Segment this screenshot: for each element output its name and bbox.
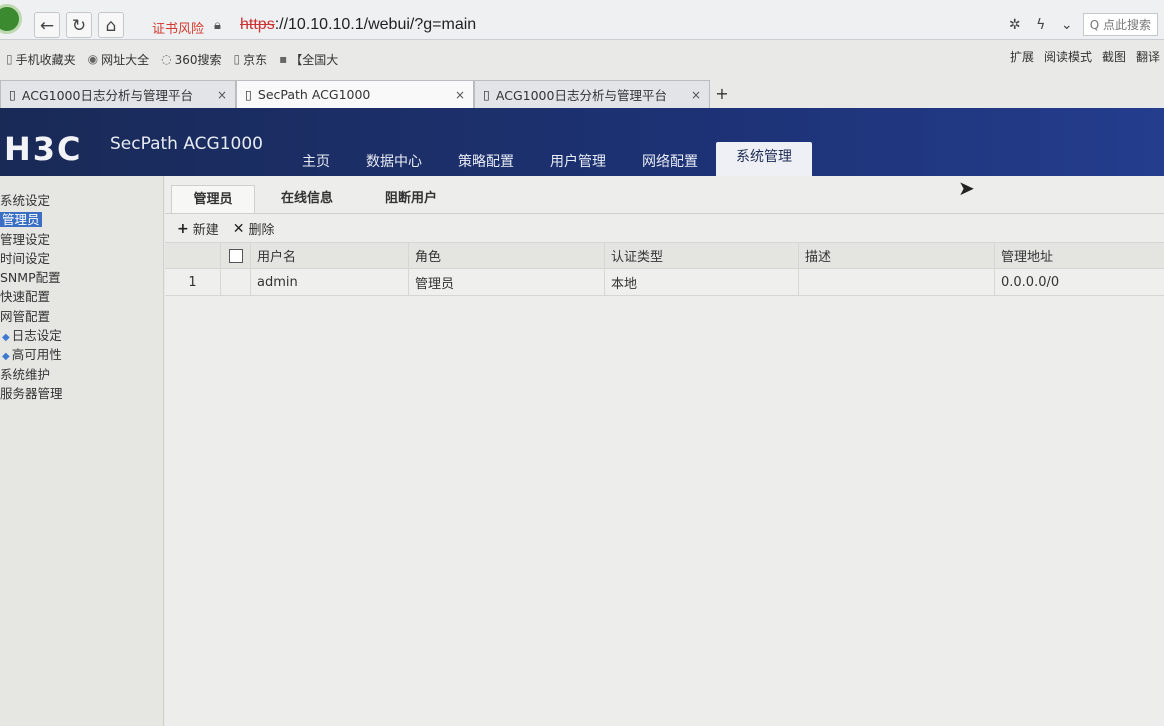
plus-icon: + [177,220,189,237]
header-mgmt-address[interactable]: 管理地址 [995,243,1164,268]
lock-icon: 🔒︎ [214,18,221,33]
new-tab-button[interactable]: + [710,80,734,108]
translate-button[interactable]: 翻译 [1136,48,1160,65]
table-header: 用户名 角色 认证类型 描述 管理地址 [165,242,1164,269]
main-menu: 主页 数据中心 策略配置 用户管理 网络配置 系统管理 [284,138,812,176]
menu-policy[interactable]: 策略配置 [440,142,532,176]
sidebar-item-time-settings[interactable]: 时间设定 [0,249,163,268]
delete-button[interactable]: ✕ 删除 [232,219,275,239]
browser-address-bar: ← ↻ ⌂ 证书风险 🔒︎ https://10.10.10.1/webui/?… [0,0,1164,40]
menu-network[interactable]: 网络配置 [624,142,716,176]
folder-icon: ◆ [2,332,10,344]
sidebar: 系统设定 管理员 管理设定 时间设定 SNMP配置 快速配置 网管配置 ◆ 日志设… [0,176,164,726]
cert-warning[interactable]: 证书风险 [152,18,204,37]
home-icon[interactable]: ⌂ [98,12,124,38]
sidebar-item-system-settings[interactable]: 系统设定 [0,191,163,210]
header-username[interactable]: 用户名 [251,243,409,268]
cell-username: admin [251,269,409,295]
main-content: 管理员 在线信息 阻断用户 + 新建 ✕ 删除 用户名 角色 认证类型 描述 管理地… [165,176,1164,726]
search-placeholder: 点此搜索 [1102,18,1151,32]
close-icon[interactable]: × [691,88,701,102]
browser-tab-secpath[interactable]: ▯ SecPath ACG1000 × [236,80,474,108]
url-rest: ://10.10.10.1/webui/?g=main [274,16,477,33]
sync-icon[interactable]: ✲ [1005,17,1025,33]
sidebar-item-high-availability[interactable]: ◆ 高可用性 [0,345,163,364]
url-scheme: https [240,16,275,33]
menu-home[interactable]: 主页 [284,142,348,176]
row-index: 1 [165,269,221,295]
header-auth-type[interactable]: 认证类型 [605,243,799,268]
sidebar-item-admin[interactable]: 管理员 [0,210,163,229]
lightning-icon[interactable]: ϟ [1031,17,1051,33]
url-field[interactable]: https://10.10.10.1/webui/?g=main [240,16,476,34]
page-icon: ▯ [9,87,16,102]
close-icon[interactable]: × [455,88,465,102]
select-all-checkbox[interactable] [221,243,251,268]
browser-tab-log-platform-2[interactable]: ▯ ACG1000日志分析与管理平台 × [474,80,710,108]
bookmark-360[interactable]: ◌ 360搜索 [161,51,221,68]
tab-admin[interactable]: 管理员 [171,185,255,213]
product-name: SecPath ACG1000 [110,134,263,154]
browser-tab-strip: ▯ ACG1000日志分析与管理平台 × ▯ SecPath ACG1000 ×… [0,80,1164,108]
sidebar-item-server-management[interactable]: 服务器管理 [0,384,163,403]
sidebar-list: 系统设定 管理员 管理设定 时间设定 SNMP配置 快速配置 网管配置 ◆ 日志设… [0,176,163,403]
x-icon: ✕ [232,220,245,237]
search-icon: ◌ [161,52,172,66]
cell-mgmt-address: 0.0.0.0/0 [1001,274,1060,290]
page-icon: ▯ [245,87,252,102]
header-index [165,243,221,268]
phone-icon: ▯ [6,52,13,66]
reading-mode-button[interactable]: 阅读模式 [1044,48,1092,65]
header-description[interactable]: 描述 [799,243,995,268]
bookmark-news[interactable]: ▪ 【全国大 [279,51,338,68]
bookmark-directory[interactable]: ◉ 网址大全 [88,51,150,68]
menu-user-management[interactable]: 用户管理 [532,142,624,176]
table-row[interactable]: 1 admin 管理员 本地 0.0.0.0/0 [165,269,1164,296]
bookmark-jd[interactable]: ▯ 京东 [234,51,268,68]
browser-logo-icon [0,4,22,34]
screenshot-button[interactable]: 截图 [1102,48,1126,65]
sub-tabs: 管理员 在线信息 阻断用户 [171,185,473,213]
reload-icon[interactable]: ↻ [66,12,92,38]
extensions-button[interactable]: 扩展 [1010,48,1034,65]
image-icon: ▪ [279,52,288,66]
cell-description [799,269,995,295]
sidebar-item-management-settings[interactable]: 管理设定 [0,230,163,249]
chevron-down-icon[interactable]: ⌄ [1057,17,1077,33]
bookmark-mobile[interactable]: ▯ 手机收藏夹 [6,51,76,68]
cell-auth-type: 本地 [605,269,799,295]
toolbar: + 新建 ✕ 删除 [165,213,1164,243]
header-role[interactable]: 角色 [409,243,605,268]
tab-blocked-users[interactable]: 阻断用户 [369,185,453,213]
page-icon: ▯ [233,52,241,66]
row-checkbox-cell[interactable] [221,269,251,295]
back-arrow-icon[interactable]: ← [34,12,60,38]
brand-logo: H3C [4,130,83,168]
menu-data-center[interactable]: 数据中心 [348,142,440,176]
menu-system-management[interactable]: 系统管理 [716,142,812,176]
sidebar-item-log-settings[interactable]: ◆ 日志设定 [0,326,163,345]
bookmarks-right-tools: 扩展 阅读模式 截图 翻译 [1010,48,1160,65]
checkbox-icon [228,248,243,263]
browser-tab-log-platform[interactable]: ▯ ACG1000日志分析与管理平台 × [0,80,236,108]
sidebar-item-maintenance[interactable]: 系统维护 [0,365,163,384]
search-input[interactable]: Q 点此搜索 [1082,13,1158,36]
page-icon: ▯ [483,87,490,102]
sidebar-item-quick-config[interactable]: 快速配置 [0,287,163,306]
new-button[interactable]: + 新建 [177,219,219,239]
bookmarks-bar: ▯ 手机收藏夹 ◉ 网址大全 ◌ 360搜索 ▯ 京东 ▪ 【全国大 扩展 阅读模式 截图… [0,45,1164,73]
folder-icon: ◆ [2,351,10,363]
cell-role: 管理员 [409,269,605,295]
sidebar-item-snmp[interactable]: SNMP配置 [0,268,163,287]
address-bar-actions: ✲ ϟ ⌄ Q 点此搜索 [1005,13,1158,36]
admin-table: 用户名 角色 认证类型 描述 管理地址 1 admin 管理员 本地 0.0.0… [165,242,1164,296]
sidebar-item-netmgmt[interactable]: 网管配置 [0,307,163,326]
mouse-cursor-icon: ➤ [958,176,975,200]
tab-online-info[interactable]: 在线信息 [265,185,349,213]
app-header: H3C SecPath ACG1000 主页 数据中心 策略配置 用户管理 网络… [0,108,1164,176]
close-icon[interactable]: × [217,88,227,102]
globe-icon: ◉ [87,52,99,66]
